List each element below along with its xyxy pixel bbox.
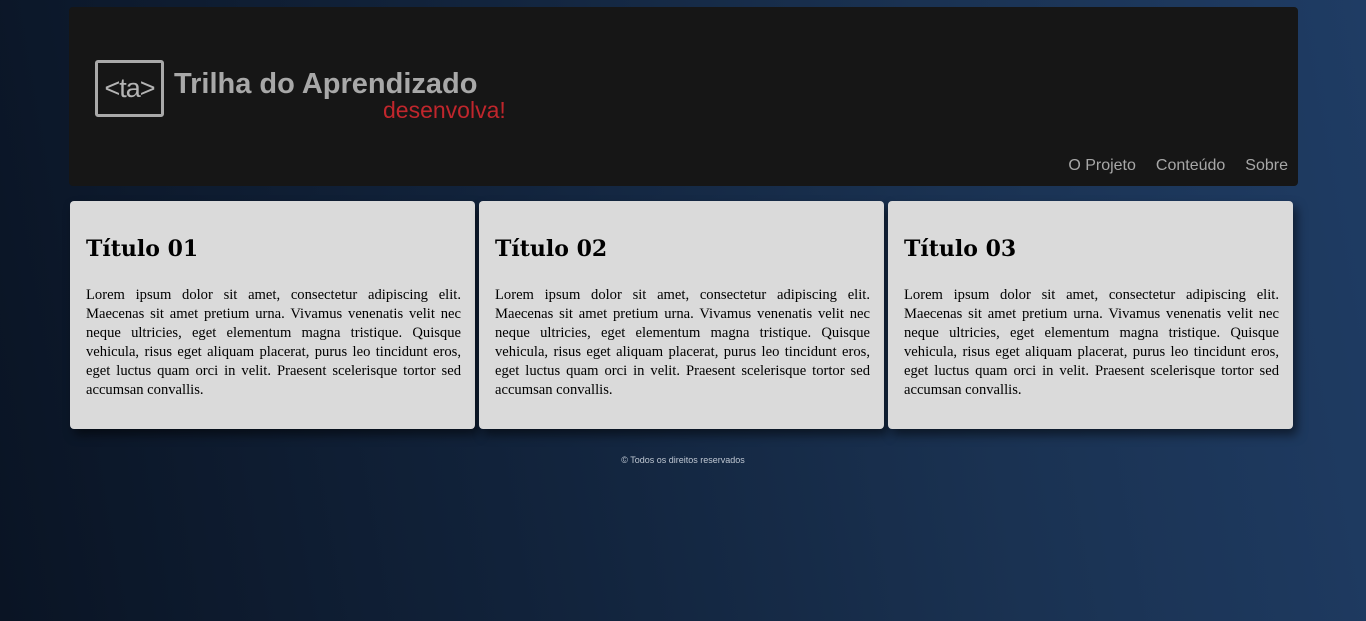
card-text: Lorem ipsum dolor sit amet, consectetur … [904,287,1279,398]
main-nav: O Projeto Conteúdo Sobre [1068,156,1288,176]
site-logo[interactable]: <ta> Trilha do Aprendizado desenvolva! [93,59,533,125]
nav-link-sobre[interactable]: Sobre [1245,156,1288,176]
cards-section: Título 01 Lorem ipsum dolor sit amet, co… [70,201,1293,429]
nav-link-conteudo[interactable]: Conteúdo [1156,156,1225,176]
card-2: Título 02 Lorem ipsum dolor sit amet, co… [479,201,884,429]
site-header: <ta> Trilha do Aprendizado desenvolva! O… [69,7,1298,186]
card-title: Título 02 [495,236,608,262]
logo-title: Trilha do Aprendizado [174,68,478,100]
logo-tagline: desenvolva! [383,97,506,123]
logo-mark: <ta> [95,60,164,117]
site-footer: © Todos os direitos reservados [621,455,745,465]
card-1: Título 01 Lorem ipsum dolor sit amet, co… [70,201,475,429]
card-title: Título 01 [86,236,199,262]
card-title: Título 03 [904,236,1017,262]
card-text: Lorem ipsum dolor sit amet, consectetur … [495,287,870,398]
card-text: Lorem ipsum dolor sit amet, consectetur … [86,287,461,398]
card-3: Título 03 Lorem ipsum dolor sit amet, co… [888,201,1293,429]
nav-link-o-projeto[interactable]: O Projeto [1068,156,1136,176]
